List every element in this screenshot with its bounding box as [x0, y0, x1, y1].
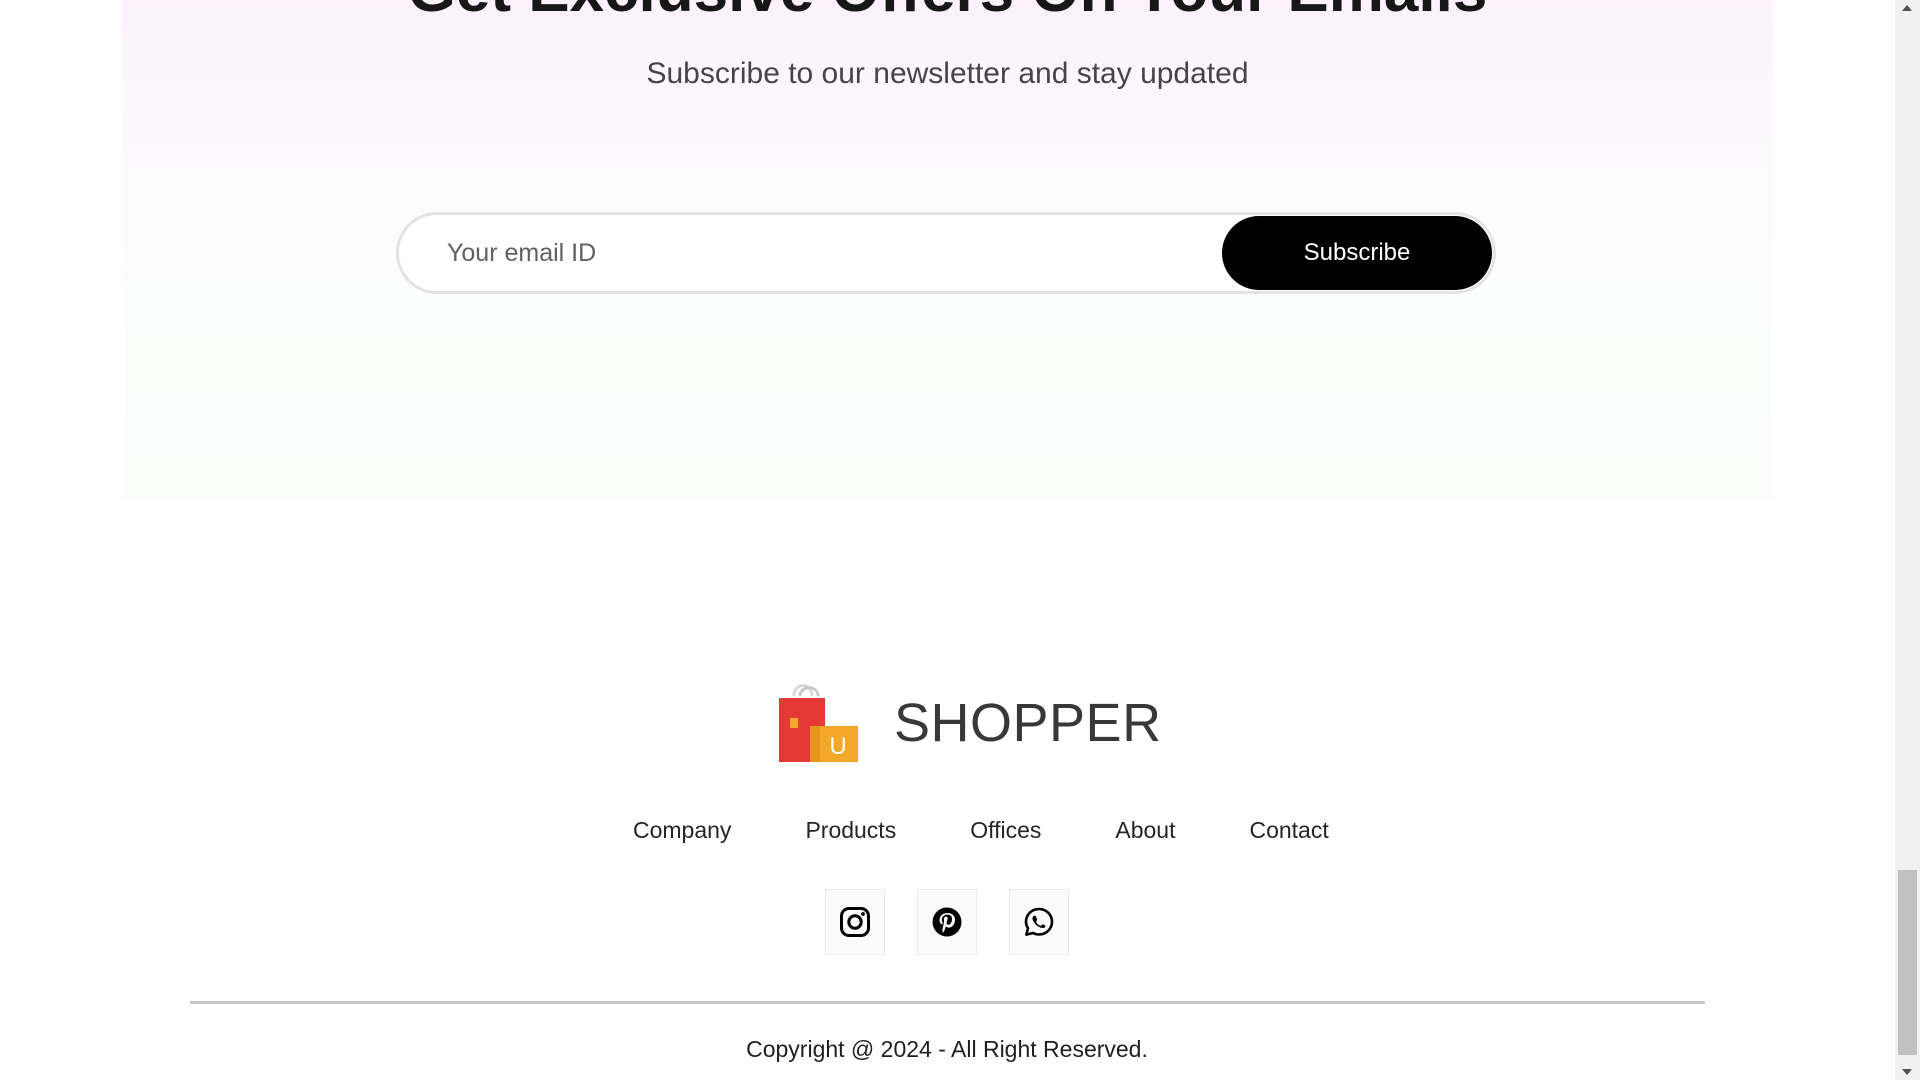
pinterest-icon [932, 907, 962, 937]
whatsapp-icon [1024, 907, 1054, 936]
footer-logo[interactable]: U SHOPPER [776, 682, 1162, 764]
newsletter-title: Get Exclusive Offers On Your Emails [122, 0, 1773, 26]
social-links [825, 889, 1069, 955]
footer-link-offices[interactable]: Offices [970, 814, 1041, 846]
scroll-down-arrow-icon[interactable] [1902, 1069, 1912, 1075]
instagram-button[interactable] [825, 889, 885, 955]
footer-divider [190, 1001, 1705, 1004]
whatsapp-button[interactable] [1009, 889, 1069, 955]
instagram-icon [840, 907, 870, 937]
footer-link-products[interactable]: Products [805, 814, 896, 846]
footer-link-about[interactable]: About [1115, 814, 1175, 846]
shopping-bag-icon: U [779, 684, 858, 762]
page: Get Exclusive Offers On Your Emails Subs… [0, 0, 1920, 1080]
footer-links: Company Products Offices About Contact [633, 814, 1329, 846]
scroll-up-arrow-icon[interactable] [1902, 5, 1912, 11]
vertical-scrollbar[interactable] [1895, 0, 1920, 1080]
brand-name: SHOPPER [894, 693, 1162, 753]
email-input[interactable] [447, 215, 1207, 291]
logo-letter: U [829, 733, 846, 760]
newsletter-section: Get Exclusive Offers On Your Emails Subs… [122, 0, 1773, 500]
email-subscribe-form: Subscribe [396, 212, 1496, 294]
footer-link-contact[interactable]: Contact [1249, 814, 1328, 846]
copyright-text: Copyright @ 2024 - All Right Reserved. [746, 1036, 1148, 1062]
scrollbar-thumb[interactable] [1898, 870, 1917, 1055]
pinterest-button[interactable] [917, 889, 977, 955]
subscribe-button[interactable]: Subscribe [1222, 216, 1492, 290]
footer-link-company[interactable]: Company [633, 814, 731, 846]
newsletter-subtitle: Subscribe to our newsletter and stay upd… [646, 57, 1249, 90]
